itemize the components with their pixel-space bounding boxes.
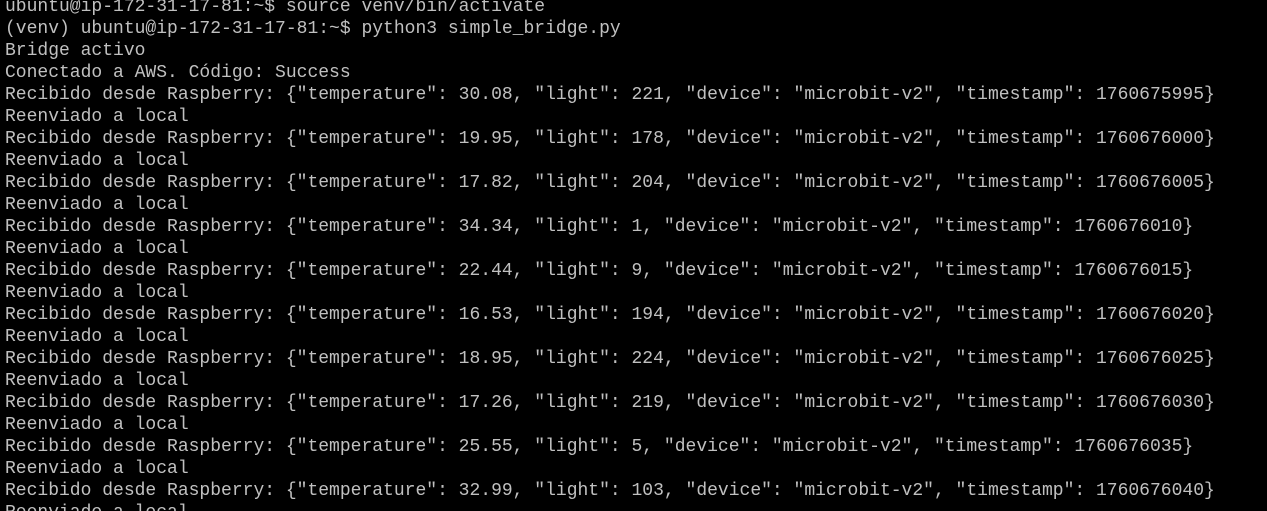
terminal-line: Reenviado a local (5, 107, 189, 127)
terminal-line: Reenviado a local (5, 151, 189, 171)
terminal-line: (venv) ubuntu@ip-172-31-17-81:~$ python3… (5, 19, 621, 39)
terminal-line: Recibido desde Raspberry: {"temperature"… (5, 349, 1215, 369)
terminal-line: Reenviado a local (5, 239, 189, 259)
terminal-line: Recibido desde Raspberry: {"temperature"… (5, 217, 1194, 237)
terminal-line: Recibido desde Raspberry: {"temperature"… (5, 437, 1194, 457)
terminal-line: Reenviado a local (5, 327, 189, 347)
terminal-line: Conectado a AWS. Código: Success (5, 63, 351, 83)
terminal-line: Recibido desde Raspberry: {"temperature"… (5, 129, 1215, 149)
terminal-window[interactable]: ubuntu@ip-172-31-17-81:~$ source venv/bi… (0, 0, 1267, 511)
terminal-line: Reenviado a local (5, 502, 1267, 511)
terminal-line: Recibido desde Raspberry: {"temperature"… (5, 393, 1215, 413)
terminal-line: Reenviado a local (5, 459, 189, 479)
terminal-line: Reenviado a local (5, 371, 189, 391)
terminal-line: Recibido desde Raspberry: {"temperature"… (5, 481, 1215, 501)
terminal-line: Recibido desde Raspberry: {"temperature"… (5, 173, 1215, 193)
terminal-line: Reenviado a local (5, 415, 189, 435)
terminal-line: ubuntu@ip-172-31-17-81:~$ source venv/bi… (5, 0, 546, 17)
terminal-line: Recibido desde Raspberry: {"temperature"… (5, 261, 1194, 281)
terminal-line: Bridge activo (5, 41, 146, 61)
terminal-line: Reenviado a local (5, 283, 189, 303)
terminal-line: Recibido desde Raspberry: {"temperature"… (5, 305, 1215, 325)
terminal-line: Recibido desde Raspberry: {"temperature"… (5, 85, 1215, 105)
terminal-line: Reenviado a local (5, 195, 189, 215)
